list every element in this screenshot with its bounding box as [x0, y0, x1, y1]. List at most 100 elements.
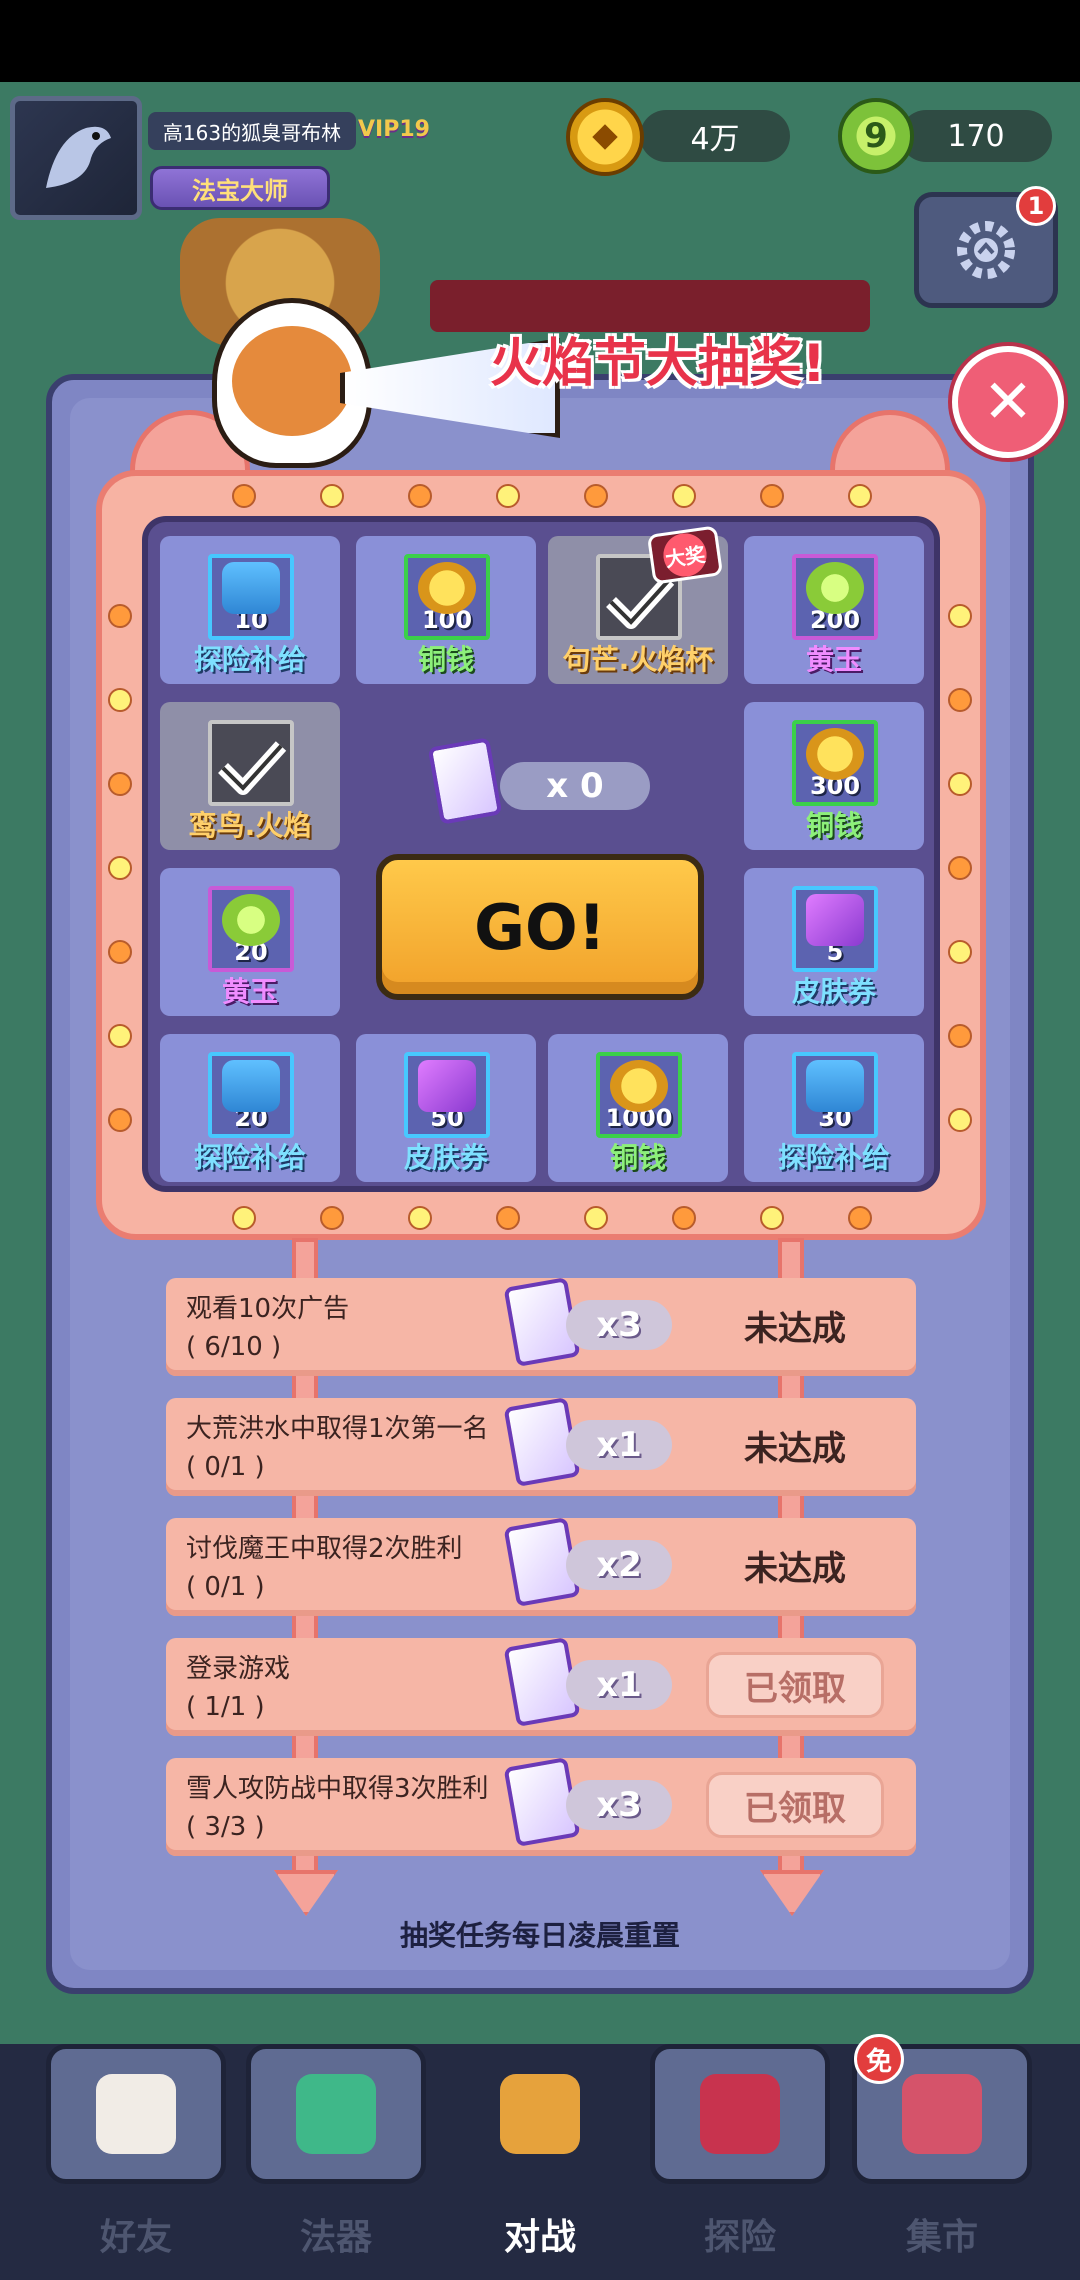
marquee-bulb: [760, 484, 784, 508]
prize-name: 铜钱: [609, 1141, 666, 1174]
close-button[interactable]: ✕: [952, 346, 1064, 458]
skin-ticket-icon: 5: [792, 886, 878, 972]
nav-button[interactable]: [46, 2044, 226, 2184]
marquee-bulb: [496, 1206, 520, 1230]
prize-name: 鸾鸟.火焰: [188, 809, 312, 842]
prize-cell: 1000 铜钱: [548, 1034, 728, 1182]
nav-button[interactable]: [246, 2044, 426, 2184]
claimed-button[interactable]: 已领取: [706, 1652, 884, 1718]
task-reward: x1: [566, 1420, 672, 1470]
task-status: 未达成: [744, 1428, 846, 1469]
lottery-ticket-icon: [427, 737, 503, 825]
marquee-bulb: [848, 1206, 872, 1230]
event-title: 火焰节大抽奖!: [490, 333, 826, 394]
jade-balance: 170: [900, 110, 1052, 162]
prize-cell: 20 黄玉: [160, 868, 340, 1016]
prize-name: 句芒.火焰杯: [562, 643, 714, 676]
marquee-bulb: [320, 1206, 344, 1230]
status-bar: [0, 0, 1080, 82]
task-reward: x3: [566, 1780, 672, 1830]
prize-name: 探险补给: [777, 1141, 890, 1174]
marquee-bulb: [108, 688, 132, 712]
task-progress: ( 0/1 ): [186, 1572, 265, 1602]
prize-cell: 20 探险补给: [160, 1034, 340, 1182]
marquee-bulb: [672, 484, 696, 508]
free-badge: 免: [854, 2034, 904, 2084]
task-reward: x1: [566, 1660, 672, 1710]
coin-icon: 1000: [596, 1052, 682, 1138]
vip-badge[interactable]: VIP19: [358, 106, 430, 152]
prize-name: 铜钱: [805, 809, 862, 842]
coin-balance: 4万: [640, 110, 790, 162]
coin-icon: [566, 98, 644, 176]
task-row: 雪人攻防战中取得3次胜利 ( 3/3 ) x3 已领取: [166, 1757, 916, 1856]
go-button[interactable]: GO!: [376, 854, 704, 1000]
prize-name: 铜钱: [417, 643, 474, 676]
task-title: 大荒洪水中取得1次第一名: [186, 1414, 489, 1444]
task-title: 观看10次广告: [186, 1294, 350, 1324]
coin-icon: 300: [792, 720, 878, 806]
nav-button[interactable]: [650, 2044, 830, 2184]
marquee-bulb: [948, 1024, 972, 1048]
marquee-bulb: [948, 1108, 972, 1132]
prize-name: 黄玉: [805, 643, 862, 676]
claimed-button[interactable]: 已领取: [706, 1772, 884, 1838]
jade-icon: 20: [208, 886, 294, 972]
task-reward: x3: [566, 1300, 672, 1350]
task-progress: ( 6/10 ): [186, 1332, 282, 1362]
task-title: 雪人攻防战中取得3次胜利: [186, 1774, 489, 1804]
nav-label[interactable]: 探险: [650, 2208, 830, 2260]
prize-cell: 300 铜钱: [744, 702, 924, 850]
prize-cell: 5 皮肤券: [744, 868, 924, 1016]
prize-glyph: [806, 894, 864, 946]
player-avatar[interactable]: [10, 96, 142, 220]
prize-cell: 30 探险补给: [744, 1034, 924, 1182]
task-status: 未达成: [744, 1308, 846, 1349]
nav-label[interactable]: 对战: [450, 2208, 630, 2260]
checkmark-icon: [212, 728, 292, 808]
prize-name: 皮肤券: [403, 1141, 488, 1174]
player-title-badge[interactable]: 法宝大师: [150, 166, 330, 210]
prize-cell: 鸾鸟.火焰: [160, 702, 340, 850]
prize-glyph: [806, 728, 864, 780]
marquee-bulb: [108, 772, 132, 796]
task-row: 讨伐魔王中取得2次胜利 ( 0/1 ) x2 未达成: [166, 1517, 916, 1616]
prize-glyph: [222, 894, 280, 946]
task-reward: x2: [566, 1540, 672, 1590]
prize-glyph: [222, 1060, 280, 1112]
cards-icon: [700, 2074, 780, 2154]
nav-button[interactable]: [450, 2044, 630, 2184]
prize-glyph: [806, 562, 864, 614]
prize-glyph: [418, 562, 476, 614]
marquee-bulb: [496, 484, 520, 508]
marquee-bulb: [584, 1206, 608, 1230]
marquee-bulb: [108, 1024, 132, 1048]
task-title: 登录游戏: [186, 1654, 291, 1684]
marquee-bulb: [320, 484, 344, 508]
nav-label[interactable]: 好友: [46, 2208, 226, 2260]
nav-label[interactable]: 法器: [246, 2208, 426, 2260]
task-progress: ( 3/3 ): [186, 1812, 265, 1842]
supply-pack-icon: 10: [208, 554, 294, 640]
prize-glyph: [806, 1060, 864, 1112]
marquee-bulb: [408, 484, 432, 508]
marquee-bulb: [948, 604, 972, 628]
prize-name: 探险补给: [193, 1141, 306, 1174]
marquee-bulb: [108, 856, 132, 880]
gear-icon: [957, 221, 1015, 279]
supply-pack-icon: 30: [792, 1052, 878, 1138]
prize-cell: 10 探险补给: [160, 536, 340, 684]
marquee-bulb: [948, 772, 972, 796]
task-title: 讨伐魔王中取得2次胜利: [186, 1534, 463, 1564]
prize-cell: 50 皮肤券: [356, 1034, 536, 1182]
marquee-bulb: [948, 688, 972, 712]
crossed-swords-icon: [500, 2074, 580, 2154]
notification-badge: 1: [1016, 186, 1056, 226]
reset-note: 抽奖任务每日凌晨重置: [399, 1919, 680, 1952]
prize-cell: 100 铜钱: [356, 536, 536, 684]
jade-icon: 9: [838, 98, 914, 174]
skin-ticket-icon: 50: [404, 1052, 490, 1138]
nav-label[interactable]: 集市: [852, 2208, 1032, 2260]
mascot-face: [232, 326, 352, 436]
marquee-bulb: [848, 484, 872, 508]
